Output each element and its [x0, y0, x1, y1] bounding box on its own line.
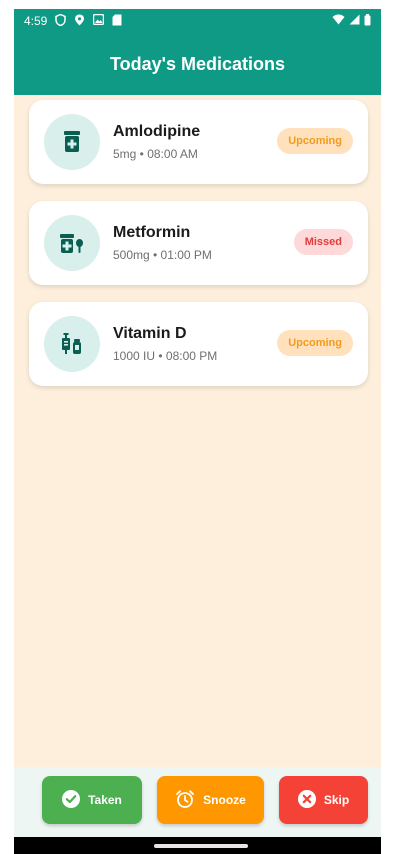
- status-left: 4:59: [24, 13, 122, 29]
- cancel-circle-icon: [297, 789, 316, 811]
- status-badge: Missed: [293, 229, 353, 255]
- snooze-label: Snooze: [203, 793, 246, 807]
- medication-details: 500mg • 01:00 PM: [113, 248, 212, 262]
- wifi-icon: [332, 14, 345, 28]
- medication-text: Amlodipine 5mg • 08:00 AM: [113, 123, 200, 161]
- home-gesture-handle[interactable]: [154, 844, 248, 848]
- medication-details: 1000 IU • 08:00 PM: [113, 349, 218, 363]
- signal-icon: [349, 14, 360, 28]
- battery-icon: [364, 13, 371, 29]
- check-circle-icon: [62, 789, 81, 811]
- skip-label: Skip: [323, 793, 350, 807]
- app-bar: Today's Medications: [14, 33, 381, 95]
- navigation-bar: [14, 837, 381, 854]
- status-bar: 4:59: [14, 9, 381, 33]
- pills-icon: [44, 215, 100, 271]
- phone-screen: 4:59 Today's Medications Amlodipine 5mg …: [14, 9, 381, 854]
- taken-button[interactable]: Taken: [42, 776, 142, 824]
- status-time: 4:59: [24, 14, 48, 28]
- taken-label: Taken: [88, 793, 122, 807]
- vaccines-icon: [44, 316, 100, 372]
- location-pin-icon: [74, 14, 85, 29]
- medication-details: 5mg • 08:00 AM: [113, 147, 198, 161]
- medication-card[interactable]: Vitamin D 1000 IU • 08:00 PM Upcoming: [29, 302, 368, 386]
- snooze-button[interactable]: Snooze: [157, 776, 264, 824]
- medication-list: Amlodipine 5mg • 08:00 AM Upcoming Metfo…: [29, 100, 368, 403]
- photo-icon: [93, 13, 105, 28]
- action-bar: Taken Snooze Skip: [14, 767, 381, 837]
- medication-text: Metformin 500mg • 01:00 PM: [113, 224, 212, 262]
- medication-name: Amlodipine: [113, 123, 201, 140]
- skip-button[interactable]: Skip: [279, 776, 368, 824]
- sd-card-icon: [112, 14, 122, 29]
- status-right: [332, 13, 371, 29]
- medication-card[interactable]: Amlodipine 5mg • 08:00 AM Upcoming: [29, 100, 368, 184]
- alarm-clock-icon: [175, 789, 195, 812]
- medication-text: Vitamin D 1000 IU • 08:00 PM: [113, 325, 217, 363]
- medication-name: Vitamin D: [113, 325, 187, 342]
- medication-card[interactable]: Metformin 500mg • 01:00 PM Missed: [29, 201, 368, 285]
- status-badge: Upcoming: [277, 330, 353, 356]
- medication-name: Metformin: [113, 224, 191, 241]
- status-badge: Upcoming: [277, 128, 353, 154]
- medicine-bottle-icon: [44, 114, 100, 170]
- shield-check-icon: [55, 13, 67, 29]
- page-title: Today's Medications: [110, 53, 285, 74]
